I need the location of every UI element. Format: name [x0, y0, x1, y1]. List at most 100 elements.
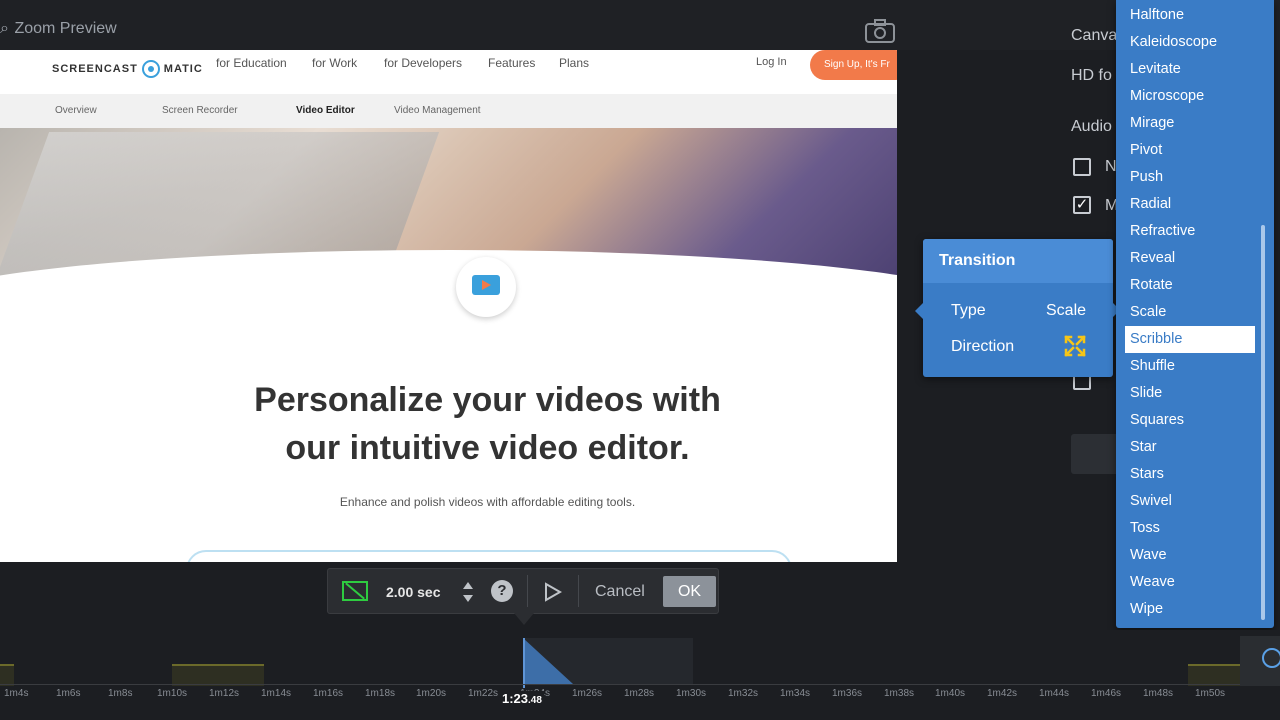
audio-option-1-checkbox[interactable]	[1073, 158, 1091, 176]
timeline-tick: 1m32s	[728, 688, 759, 699]
site-logo[interactable]: SCREENCAST MATIC	[52, 60, 203, 78]
timeline-tick: 1m22s	[468, 688, 499, 699]
timeline-tick: 1m18s	[365, 688, 396, 699]
dropdown-item[interactable]: Squares	[1116, 407, 1274, 434]
zoom-preview-label: Zoom Preview	[14, 20, 117, 37]
dropdown-item[interactable]: Push	[1116, 164, 1274, 191]
dropdown-item[interactable]: Kaleidoscope	[1116, 29, 1274, 56]
headline-line-2: our intuitive video editor.	[285, 429, 690, 467]
expand-arrows-icon[interactable]	[1064, 335, 1086, 357]
dropdown-scrollbar[interactable]	[1261, 225, 1265, 620]
camera-icon[interactable]	[864, 18, 896, 44]
toolbar-divider	[578, 575, 579, 607]
nav-link-work[interactable]: for Work	[312, 56, 357, 70]
timeline-tick: 1m38s	[884, 688, 915, 699]
cancel-button[interactable]: Cancel	[595, 583, 645, 601]
dropdown-item[interactable]: Slide	[1116, 380, 1274, 407]
nav-link-developers[interactable]: for Developers	[384, 56, 462, 70]
nav-link-features[interactable]: Features	[488, 56, 535, 70]
video-preview: SCREENCAST MATIC for Education for Work …	[0, 50, 897, 562]
dropdown-item-highlighted[interactable]: Scribble	[1125, 326, 1255, 353]
timeline-tick: 1m12s	[209, 688, 240, 699]
dropdown-item[interactable]: Refractive	[1116, 218, 1274, 245]
transition-icon[interactable]	[342, 581, 368, 601]
subnav-video-management[interactable]: Video Management	[394, 105, 481, 116]
signup-button[interactable]: Sign Up, It's Fr	[810, 50, 897, 80]
dropdown-item[interactable]: Levitate	[1116, 56, 1274, 83]
popover-arrow-left	[915, 303, 923, 319]
login-link[interactable]: Log In	[756, 56, 787, 68]
timeline-tick: 1m6s	[56, 688, 81, 699]
zoom-handle-icon[interactable]	[1262, 648, 1280, 668]
timeline-tick: 1m36s	[832, 688, 863, 699]
timeline-clip[interactable]	[1188, 664, 1240, 686]
timeline-clip[interactable]	[0, 664, 14, 686]
play-icon[interactable]	[544, 582, 562, 602]
duration-value[interactable]: 2.00 sec	[386, 584, 441, 600]
dropdown-item[interactable]: Reveal	[1116, 245, 1274, 272]
help-icon[interactable]: ?	[491, 580, 513, 602]
type-label: Type	[951, 302, 986, 319]
dropdown-item[interactable]: Star	[1116, 434, 1274, 461]
timeline-ruler	[0, 684, 1245, 685]
timeline-tick: 1m28s	[624, 688, 655, 699]
canvas-value[interactable]: HD fo	[1071, 67, 1112, 85]
dropdown-item[interactable]: Wave	[1116, 542, 1274, 569]
timeline-tick: 1m14s	[261, 688, 292, 699]
ok-button[interactable]: OK	[663, 576, 716, 607]
audio-label: Audio	[1071, 118, 1112, 135]
timeline-tick: 1m44s	[1039, 688, 1070, 699]
subnav-screen-recorder[interactable]: Screen Recorder	[162, 105, 238, 116]
timeline-tick: 1m46s	[1091, 688, 1122, 699]
dropdown-item[interactable]: Scale	[1116, 299, 1274, 326]
subnav-video-editor[interactable]: Video Editor	[296, 105, 355, 116]
timeline-tick: 1m48s	[1143, 688, 1174, 699]
timeline-tick: 1m42s	[987, 688, 1018, 699]
timeline-tick: 1m50s	[1195, 688, 1226, 699]
dropdown-item[interactable]: Mirage	[1116, 110, 1274, 137]
direction-label: Direction	[951, 338, 1015, 355]
transition-title: Transition	[923, 239, 1113, 283]
toolbar-pointer	[514, 613, 534, 625]
subnav-overview[interactable]: Overview	[55, 105, 97, 116]
dropdown-item[interactable]: Weave	[1116, 569, 1274, 596]
dropdown-item[interactable]: Wipe	[1116, 596, 1274, 623]
cta-outline	[186, 550, 792, 562]
nav-link-education[interactable]: for Education	[216, 56, 287, 70]
audio-option-2-checkbox[interactable]: ✓	[1073, 196, 1091, 214]
headline-line-1: Personalize your videos with	[254, 381, 721, 419]
playhead[interactable]	[523, 638, 525, 688]
page-subline: Enhance and polish videos with affordabl…	[339, 495, 636, 509]
timeline-tick: 1m10s	[157, 688, 188, 699]
timeline-tick: 1m4s	[4, 688, 29, 699]
timeline-clip[interactable]	[172, 664, 264, 686]
transition-toolbar: 2.00 sec ? Cancel OK	[327, 568, 719, 614]
timeline-tick: 1m26s	[572, 688, 603, 699]
page-headline: Personalize your videos with our intuiti…	[0, 376, 897, 472]
dropdown-item[interactable]: Microscope	[1116, 83, 1274, 110]
timeline-tick: 1m16s	[313, 688, 344, 699]
dropdown-item[interactable]: Swivel	[1116, 488, 1274, 515]
dropdown-item[interactable]: Radial	[1116, 191, 1274, 218]
site-nav-bar: SCREENCAST MATIC for Education for Work …	[0, 50, 897, 92]
site-subnav: Overview Screen Recorder Video Editor Vi…	[0, 94, 897, 128]
dropdown-item[interactable]: Shuffle	[1116, 353, 1274, 380]
type-value[interactable]: Scale	[1046, 302, 1086, 320]
duration-stepper-icon[interactable]	[461, 579, 475, 605]
toolbar-divider	[527, 575, 528, 607]
dropdown-item[interactable]: Stars	[1116, 461, 1274, 488]
dropdown-item[interactable]: Pivot	[1116, 137, 1274, 164]
timeline-tick: 1m34s	[780, 688, 811, 699]
dropdown-item[interactable]: Rotate	[1116, 272, 1274, 299]
timeline-tick: 1m20s	[416, 688, 447, 699]
transition-marker[interactable]	[523, 638, 573, 684]
badge-play-icon	[482, 280, 491, 290]
nav-link-plans[interactable]: Plans	[559, 56, 589, 70]
dropdown-item[interactable]: Toss	[1116, 515, 1274, 542]
right-panel-button[interactable]	[1071, 434, 1121, 474]
transition-popover: Transition Type Scale Direction	[915, 239, 1120, 377]
dropdown-item[interactable]: Halftone	[1116, 2, 1274, 29]
transition-type-dropdown[interactable]: Halftone Kaleidoscope Levitate Microscop…	[1116, 0, 1274, 628]
current-time-fraction: .48	[528, 695, 542, 706]
current-time-main: 1:23	[502, 691, 529, 706]
